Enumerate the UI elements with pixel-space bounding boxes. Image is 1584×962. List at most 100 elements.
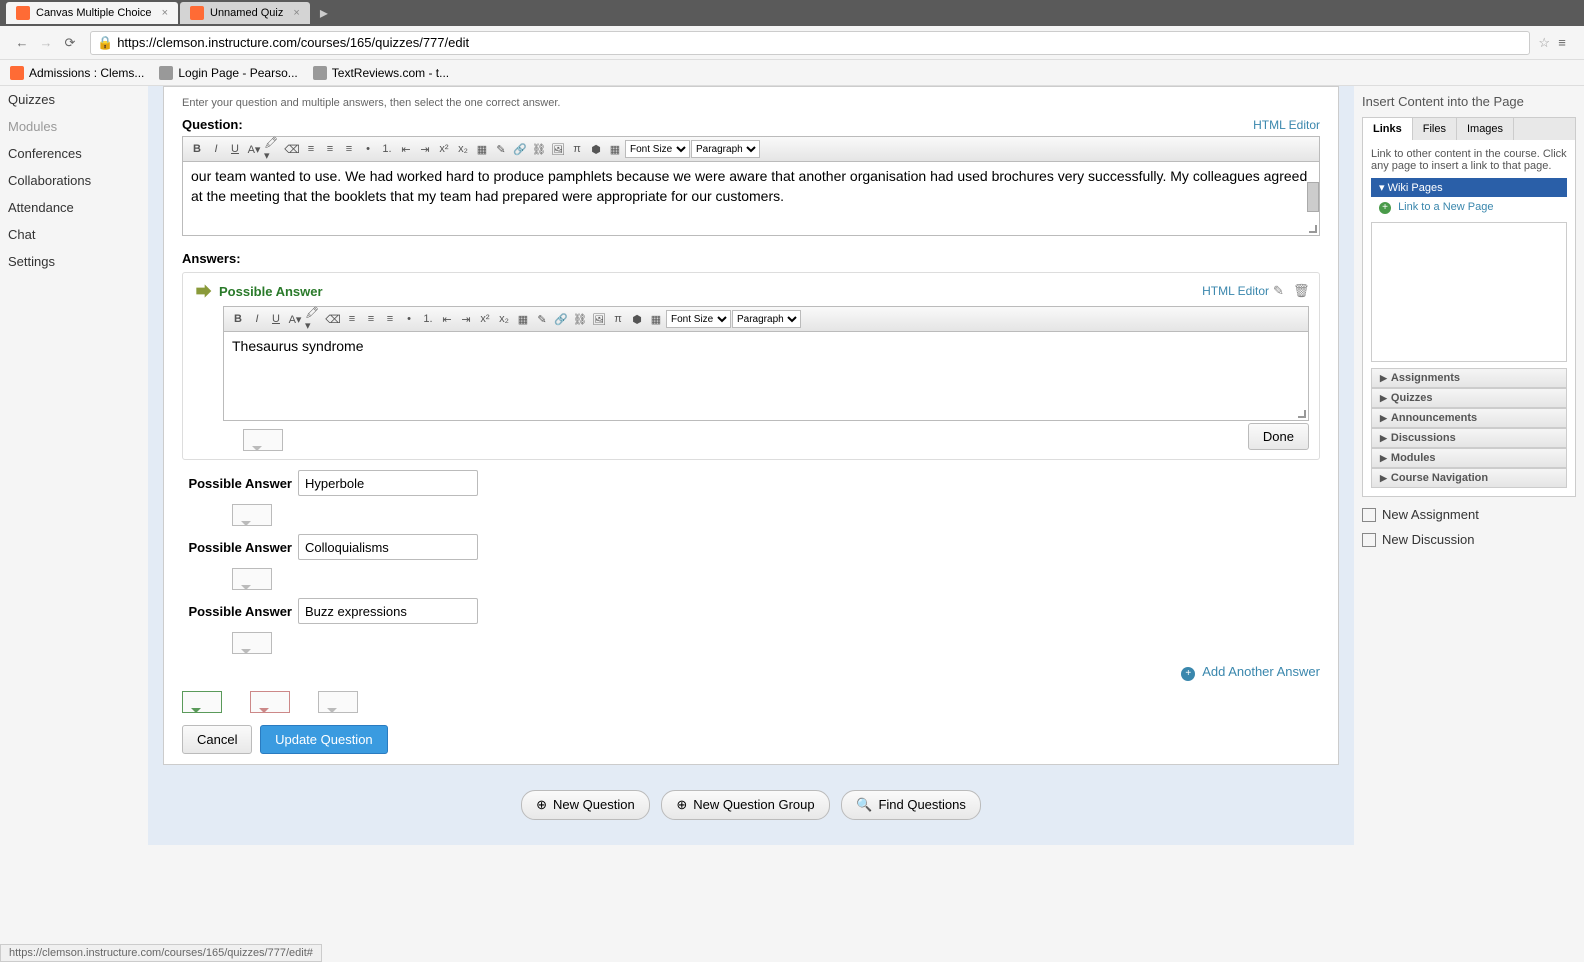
align-left-icon[interactable]: ≡: [343, 310, 361, 328]
superscript-icon[interactable]: x²: [435, 140, 453, 158]
indent-icon[interactable]: ⇥: [457, 310, 475, 328]
bg-color-icon[interactable]: 🖍▾: [264, 140, 282, 158]
accordion-quizzes[interactable]: ▶Quizzes: [1371, 388, 1567, 408]
equation-icon[interactable]: π: [609, 310, 627, 328]
new-discussion-link[interactable]: New Discussion: [1362, 532, 1576, 547]
incorrect-feedback-bubble[interactable]: [250, 691, 290, 713]
bookmark-star-icon[interactable]: ☆: [1538, 35, 1550, 51]
bullet-list-icon[interactable]: •: [400, 310, 418, 328]
correct-arrow-icon[interactable]: [193, 281, 213, 301]
answer-input[interactable]: [298, 470, 478, 496]
italic-icon[interactable]: I: [207, 140, 225, 158]
new-question-button[interactable]: ⊕ New Question: [521, 790, 650, 820]
bookmark-item[interactable]: TextReviews.com - t...: [313, 66, 449, 80]
answer-textarea[interactable]: Thesaurus syndrome: [223, 331, 1309, 421]
align-center-icon[interactable]: ≡: [321, 140, 339, 158]
url-bar[interactable]: 🔒 https://clemson.instructure.com/course…: [90, 31, 1530, 55]
bookmark-item[interactable]: Admissions : Clems...: [10, 66, 144, 80]
nav-attendance[interactable]: Attendance: [0, 194, 148, 221]
wiki-pages-header[interactable]: ▾ Wiki Pages: [1371, 178, 1567, 197]
new-question-group-button[interactable]: ⊕ New Question Group: [661, 790, 829, 820]
accordion-announcements[interactable]: ▶Announcements: [1371, 408, 1567, 428]
comment-bubble[interactable]: [232, 632, 272, 654]
record-icon[interactable]: ⬢: [628, 310, 646, 328]
bold-icon[interactable]: B: [229, 310, 247, 328]
close-icon[interactable]: ×: [293, 7, 299, 19]
text-color-icon[interactable]: A▾: [245, 140, 263, 158]
table-icon[interactable]: ▦: [473, 140, 491, 158]
close-icon[interactable]: ×: [162, 7, 168, 19]
link-icon[interactable]: 🔗: [511, 140, 529, 158]
text-color-icon[interactable]: A▾: [286, 310, 304, 328]
bullet-list-icon[interactable]: •: [359, 140, 377, 158]
font-size-select[interactable]: Font Size: [625, 140, 690, 158]
resize-handle-icon[interactable]: [1295, 407, 1307, 419]
subscript-icon[interactable]: x₂: [454, 140, 472, 158]
html-editor-toggle[interactable]: HTML Editor: [1253, 118, 1320, 132]
tab-links[interactable]: Links: [1363, 118, 1413, 140]
underline-icon[interactable]: U: [267, 310, 285, 328]
equation-icon[interactable]: π: [568, 140, 586, 158]
number-list-icon[interactable]: 1.: [378, 140, 396, 158]
accordion-discussions[interactable]: ▶Discussions: [1371, 428, 1567, 448]
outdent-icon[interactable]: ⇤: [397, 140, 415, 158]
comment-bubble[interactable]: [243, 429, 283, 451]
subscript-icon[interactable]: x₂: [495, 310, 513, 328]
question-textarea[interactable]: our team wanted to use. We had worked ha…: [182, 161, 1320, 236]
accordion-course-nav[interactable]: ▶Course Navigation: [1371, 468, 1567, 488]
answer-input[interactable]: [298, 534, 478, 560]
accordion-modules[interactable]: ▶Modules: [1371, 448, 1567, 468]
tab-images[interactable]: Images: [1457, 118, 1514, 140]
bookmark-item[interactable]: Login Page - Pearso...: [159, 66, 297, 80]
answer-input[interactable]: [298, 598, 478, 624]
general-feedback-bubble[interactable]: [318, 691, 358, 713]
align-right-icon[interactable]: ≡: [340, 140, 358, 158]
nav-collaborations[interactable]: Collaborations: [0, 167, 148, 194]
table-icon[interactable]: ▦: [514, 310, 532, 328]
done-button[interactable]: Done: [1248, 423, 1309, 450]
correct-feedback-bubble[interactable]: [182, 691, 222, 713]
embed-icon[interactable]: ▦: [647, 310, 665, 328]
html-editor-toggle[interactable]: HTML Editor: [1202, 284, 1269, 298]
trash-icon[interactable]: 🗑: [1293, 283, 1309, 299]
superscript-icon[interactable]: x²: [476, 310, 494, 328]
cancel-button[interactable]: Cancel: [182, 725, 252, 754]
record-icon[interactable]: ⬢: [587, 140, 605, 158]
unlink-icon[interactable]: ⛓: [530, 140, 548, 158]
nav-conferences[interactable]: Conferences: [0, 140, 148, 167]
add-answer-link[interactable]: + Add Another Answer: [1181, 664, 1320, 679]
image-icon[interactable]: 🖼: [590, 310, 608, 328]
bg-color-icon[interactable]: 🖍▾: [305, 310, 323, 328]
browser-tab[interactable]: Unnamed Quiz ×: [180, 2, 310, 24]
accordion-assignments[interactable]: ▶Assignments: [1371, 368, 1567, 388]
menu-icon[interactable]: ≡: [1550, 31, 1574, 55]
find-questions-button[interactable]: 🔍 Find Questions: [841, 790, 981, 820]
outdent-icon[interactable]: ⇤: [438, 310, 456, 328]
browser-tab-active[interactable]: Canvas Multiple Choice ×: [6, 2, 178, 24]
nav-quizzes[interactable]: Quizzes: [0, 86, 148, 113]
italic-icon[interactable]: I: [248, 310, 266, 328]
pencil-icon[interactable]: ✎: [1273, 283, 1289, 299]
new-tab-icon[interactable]: ▸: [320, 3, 328, 23]
nav-chat[interactable]: Chat: [0, 221, 148, 248]
comment-bubble[interactable]: [232, 504, 272, 526]
image-icon[interactable]: 🖼: [549, 140, 567, 158]
unlink-icon[interactable]: ⛓: [571, 310, 589, 328]
reload-button[interactable]: ⟳: [58, 31, 82, 55]
nav-modules[interactable]: Modules: [0, 113, 148, 140]
align-right-icon[interactable]: ≡: [381, 310, 399, 328]
embed-icon[interactable]: ▦: [606, 140, 624, 158]
resize-handle-icon[interactable]: [1306, 222, 1318, 234]
align-left-icon[interactable]: ≡: [302, 140, 320, 158]
new-page-link[interactable]: + Link to a New Page: [1371, 197, 1567, 218]
indent-icon[interactable]: ⇥: [416, 140, 434, 158]
edit-icon[interactable]: ✎: [533, 310, 551, 328]
nav-settings[interactable]: Settings: [0, 248, 148, 275]
clear-format-icon[interactable]: ⌫: [283, 140, 301, 158]
paragraph-select[interactable]: Paragraph: [732, 310, 801, 328]
clear-format-icon[interactable]: ⌫: [324, 310, 342, 328]
tab-files[interactable]: Files: [1413, 118, 1457, 140]
paragraph-select[interactable]: Paragraph: [691, 140, 760, 158]
bold-icon[interactable]: B: [188, 140, 206, 158]
align-center-icon[interactable]: ≡: [362, 310, 380, 328]
